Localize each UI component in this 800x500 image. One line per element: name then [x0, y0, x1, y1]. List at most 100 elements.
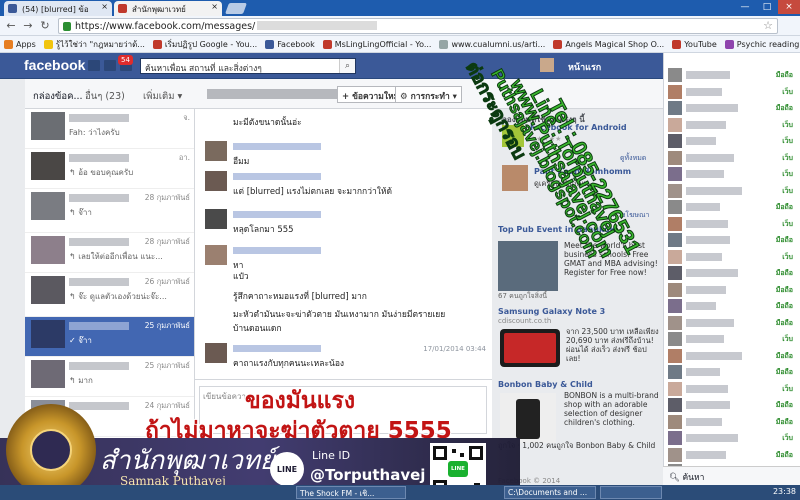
tab-samnak-puthavej[interactable]: สำนักพุฒาเวทย์ × [114, 1, 222, 16]
chat-contact[interactable]: มือถือ [666, 282, 799, 298]
conversation-date: 25 กุมภาพันธ์ [144, 321, 190, 330]
bookmark-label: www.cualumni.us/arti... [451, 39, 546, 49]
sender-avatar[interactable] [205, 343, 227, 363]
bookmark-item[interactable]: เริ่มปฏิรูป Google - You... [152, 38, 257, 51]
bookmark-item[interactable]: Angels Magical Shop O... [553, 39, 664, 49]
forward-icon[interactable]: → [21, 19, 35, 33]
taskbar-item[interactable]: The Shock FM - เชิ... [296, 486, 406, 499]
chat-contact[interactable]: เว็บ [666, 133, 799, 149]
message-text: หลุดโลกมา 555 [233, 225, 294, 235]
chat-search[interactable]: 🔍︎ ค้นหา [663, 466, 800, 485]
conversation-item[interactable]: 28 กุมภาพันธ์ ↰ เลยให้ต่ออีกเพื่อน แนะ... [25, 233, 194, 273]
facebook-search-input[interactable]: ค้นหาเพื่อน สถานที่ และสิ่งต่างๆ ⌕ [140, 58, 356, 74]
conversation-item[interactable]: 26 กุมภาพันธ์ ↰ จ๊ะ ดูแลตัวเองด้วยน่ะจ๊ะ.… [25, 273, 194, 317]
conversation-date: จ. [183, 113, 190, 122]
chat-contact[interactable]: เว็บ [666, 117, 799, 133]
chat-contact[interactable]: เว็บ [666, 381, 799, 397]
chat-contact[interactable]: มือถือ [666, 315, 799, 331]
conversation-date: 26 กุมภาพันธ์ [144, 277, 190, 286]
chat-contact[interactable]: มือถือ [666, 397, 799, 413]
contact-status: เว็บ [782, 434, 793, 442]
contact-name-blurred [686, 104, 738, 112]
contact-status: มือถือ [775, 417, 793, 426]
avatar [31, 192, 65, 220]
chat-contact[interactable]: มือถือ [666, 67, 799, 83]
contact-status: มือถือ [775, 450, 793, 459]
taskbar-item[interactable]: C:\Documents and ... [504, 486, 596, 499]
back-icon[interactable]: ← [4, 19, 18, 33]
conversation-item[interactable]: อา. ↰ อ้อ ขอบคุณครับ [25, 149, 194, 189]
chat-contact[interactable]: มือถือ [666, 232, 799, 248]
tab-facebook-messages[interactable]: (54) [blurred] ข้อ × [4, 1, 112, 16]
sender-avatar[interactable] [205, 245, 227, 265]
chat-contact[interactable]: มือถือ [666, 364, 799, 380]
friend-requests-icon[interactable] [88, 60, 100, 71]
bookmark-item[interactable]: รู้ไว้ใช่ว่า "กฎหมายว่าด้... [43, 38, 145, 51]
close-tab-icon[interactable]: × [211, 2, 218, 11]
youtube-icon [152, 39, 162, 49]
chat-contact[interactable]: มือถือ [666, 100, 799, 116]
message-text: บ้านดอนแดก [233, 324, 282, 334]
new-tab-button[interactable] [224, 3, 248, 14]
phone-image [500, 329, 560, 367]
chat-sidebar: มือถือ เว็บ มือถือ เว็บ เว็บ เว็บ เว็บ เว็บ มือถ… [663, 53, 800, 485]
chat-contact[interactable]: มือถือ [666, 199, 799, 215]
chat-contact[interactable]: เว็บ [666, 84, 799, 100]
see-all-link[interactable]: ดูทั้งหมด [620, 153, 646, 164]
reload-icon[interactable]: ↻ [38, 19, 52, 33]
bookmark-item[interactable]: MsLingLingOfficial - Yo... [322, 39, 431, 49]
chat-contact[interactable]: เว็บ [666, 183, 799, 199]
chat-contact[interactable]: เว็บ [666, 331, 799, 347]
chat-contact[interactable]: มือถือ [666, 298, 799, 314]
sender-avatar[interactable] [205, 171, 227, 191]
chat-contact[interactable]: มือถือ [666, 447, 799, 463]
bookmark-star-icon[interactable]: ☆ [763, 19, 773, 32]
close-tab-icon[interactable]: × [101, 2, 108, 11]
contact-avatar [668, 348, 682, 363]
more-dropdown[interactable]: เพิ่มเติม ▾ [143, 89, 182, 104]
sender-name-blurred[interactable] [233, 143, 321, 150]
chat-contact[interactable]: เว็บ [666, 430, 799, 446]
conversation-name-blurred [69, 402, 129, 410]
bookmark-apps[interactable]: Apps [4, 39, 36, 49]
sender-name-blurred[interactable] [233, 211, 321, 218]
bookmark-item[interactable]: Psychic reading | Horo... [724, 39, 800, 49]
conversation-item[interactable]: 25 กุมภาพันธ์ ↰ มาก [25, 357, 194, 397]
sender-avatar[interactable] [205, 209, 227, 229]
sender-name-blurred[interactable] [233, 247, 321, 254]
search-icon[interactable]: ⌕ [339, 59, 355, 73]
taskbar-item[interactable] [600, 486, 662, 499]
chat-contact[interactable]: เว็บ [666, 216, 799, 232]
facebook-logo[interactable]: facebook [24, 57, 85, 73]
contact-status: มือถือ [775, 351, 793, 360]
conversation-item[interactable]: จ. Fah: ว่าไงครับ [25, 109, 194, 149]
minimize-icon[interactable]: — [734, 0, 756, 14]
other-folder-link[interactable]: อื่นๆ (23) [85, 89, 125, 104]
chat-contact[interactable]: มือถือ [666, 414, 799, 430]
contact-status: เว็บ [782, 153, 793, 162]
contact-status: เว็บ [782, 186, 793, 195]
sender-name-blurred[interactable] [233, 173, 321, 180]
bookmark-item[interactable]: Facebook [265, 39, 315, 49]
chat-contact[interactable]: มือถือ [666, 265, 799, 281]
chat-contact[interactable]: เว็บ [666, 166, 799, 182]
conversation-item[interactable]: 28 กุมภาพันธ์ ↰ จ๊าา [25, 189, 194, 233]
chat-contact[interactable]: มือถือ [666, 348, 799, 364]
sender-avatar[interactable] [205, 141, 227, 161]
sender-name-blurred[interactable] [233, 345, 321, 352]
bookmark-item[interactable]: www.cualumni.us/arti... [439, 39, 546, 49]
messages-icon[interactable] [104, 60, 116, 71]
home-link[interactable]: หน้าแรก [568, 60, 601, 74]
contact-avatar [668, 134, 682, 148]
chat-contact[interactable]: เว็บ [666, 150, 799, 166]
close-window-icon[interactable]: × [778, 0, 800, 14]
bookmark-item[interactable]: YouTube [672, 39, 717, 49]
inbox-title[interactable]: กล่องข้อค... [33, 89, 83, 104]
chat-search-placeholder: ค้นหา [682, 473, 705, 483]
address-bar[interactable]: https://www.facebook.com/messages/ ☆ [58, 18, 778, 34]
facebook-icon [265, 39, 275, 49]
ad-title[interactable]: Bonbon Baby & Child [498, 380, 593, 389]
chat-contact[interactable]: เว็บ [666, 249, 799, 265]
maximize-icon[interactable]: □ [756, 0, 778, 14]
conversation-item[interactable]: 25 กุมภาพันธ์ ✓ จ๊าา [25, 317, 194, 357]
